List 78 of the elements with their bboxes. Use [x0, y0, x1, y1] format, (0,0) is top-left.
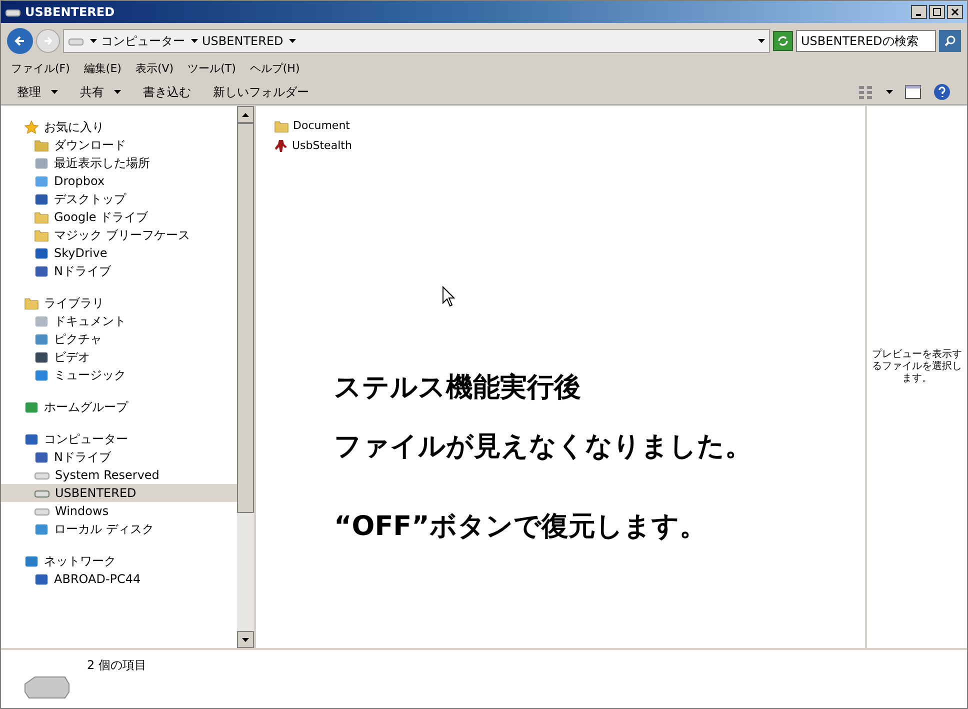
nav-item[interactable]: マジック ブリーフケース	[1, 226, 237, 244]
file-item[interactable]: Document	[274, 116, 865, 136]
preview-pane-icon[interactable]	[905, 84, 921, 98]
nav-item[interactable]: Google ドライブ	[1, 208, 237, 226]
annotation-text: “OFF”ボタンで復元します。	[334, 510, 708, 544]
nav-item[interactable]: ホームグループ	[1, 398, 237, 416]
folder-icon	[274, 118, 289, 134]
window-title: USBENTERED	[25, 4, 115, 21]
maximize-button[interactable]	[929, 5, 945, 19]
toolbar-button[interactable]: 書き込む	[143, 82, 191, 100]
preview-message: プレビューを表示するファイルを選択します。	[871, 349, 963, 385]
nav-item[interactable]: ダウンロード	[1, 136, 237, 154]
nav-item[interactable]: ライブラリ	[1, 294, 237, 312]
close-button[interactable]	[947, 5, 963, 19]
scroll-down-button[interactable]	[237, 631, 254, 648]
scroll-thumb[interactable]	[237, 123, 254, 513]
nav-item[interactable]: Nドライブ	[1, 262, 237, 280]
scroll-down-arrow-icon[interactable]	[242, 638, 249, 642]
refresh-icon	[777, 35, 789, 47]
caret-icon[interactable]	[114, 90, 121, 94]
search-button[interactable]	[939, 30, 961, 52]
history-caret-icon[interactable]	[758, 39, 765, 43]
nav-item[interactable]: System Reserved	[1, 466, 237, 484]
folder-icon	[34, 138, 49, 152]
nav-item[interactable]: Dropbox	[1, 172, 237, 190]
nav-item[interactable]: ドキュメント	[1, 312, 237, 330]
nav-item[interactable]: Windows	[1, 502, 237, 520]
toolbar-button[interactable]: 共有	[80, 82, 121, 100]
caret-icon[interactable]	[51, 90, 58, 94]
folder-icon	[34, 228, 49, 242]
annotation-text: ステルス機能実行後	[334, 371, 582, 405]
file-item[interactable]: UsbStealth	[274, 136, 865, 156]
star-icon	[24, 120, 39, 134]
nav-item[interactable]: Nドライブ	[1, 448, 237, 466]
caret-icon[interactable]	[90, 39, 97, 43]
nav-item[interactable]: ビデオ	[1, 348, 237, 366]
minimize-button[interactable]	[911, 5, 927, 19]
toolbar-button[interactable]: 整理	[17, 82, 58, 100]
nav-item[interactable]: ABROAD-PC44	[1, 570, 237, 588]
folder-icon	[34, 210, 49, 224]
folder-icon	[24, 296, 39, 310]
caret-icon[interactable]	[191, 39, 198, 43]
menu-item[interactable]: 編集(E)	[84, 60, 122, 78]
menu-item[interactable]: ヘルプ(H)	[250, 60, 300, 78]
search-icon	[944, 35, 956, 47]
mouse-cursor-icon	[442, 286, 455, 307]
nav-item[interactable]: デスクトップ	[1, 190, 237, 208]
nav-item[interactable]: お気に入り	[1, 118, 237, 136]
scrollbar[interactable]	[237, 106, 254, 648]
close-icon	[951, 8, 959, 16]
scroll-up-button[interactable]	[237, 106, 254, 123]
breadcrumb[interactable]: コンピューター	[101, 32, 185, 50]
caret-icon[interactable]	[289, 39, 296, 43]
menu-item[interactable]: 表示(V)	[135, 60, 174, 78]
search-field[interactable]: USBENTEREDの検索	[796, 30, 936, 52]
nav-item[interactable]: 最近表示した場所	[1, 154, 237, 172]
caret-icon[interactable]	[886, 90, 893, 94]
annotation-text: ファイルが見えなくなりました。	[334, 430, 753, 464]
nav-item[interactable]: ローカル ディスク	[1, 520, 237, 538]
toolbar-button[interactable]: 新しいフォルダー	[213, 82, 309, 100]
nav-item[interactable]: ピクチャ	[1, 330, 237, 348]
nav-item[interactable]: SkyDrive	[1, 244, 237, 262]
breadcrumb[interactable]: USBENTERED	[202, 32, 284, 50]
nav-item[interactable]: USBENTERED	[1, 484, 237, 502]
scroll-up-arrow-icon[interactable]	[242, 112, 249, 116]
forward-arrow-icon	[43, 36, 53, 46]
address-bar[interactable]: コンピューター USBENTERED	[63, 29, 770, 53]
maximize-icon	[933, 8, 941, 16]
back-arrow-icon	[14, 35, 26, 47]
nav-item[interactable]: ミュージック	[1, 366, 237, 384]
help-icon[interactable]	[933, 82, 951, 100]
nav-item[interactable]: コンピューター	[1, 430, 237, 448]
menu-item[interactable]: ファイル(F)	[11, 60, 70, 78]
menu-item[interactable]: ツール(T)	[188, 60, 236, 78]
refresh-button[interactable]	[773, 31, 793, 51]
item-count: 2 個の項目	[87, 657, 146, 674]
back-button[interactable]	[7, 28, 33, 54]
nav-item[interactable]: ネットワーク	[1, 552, 237, 570]
